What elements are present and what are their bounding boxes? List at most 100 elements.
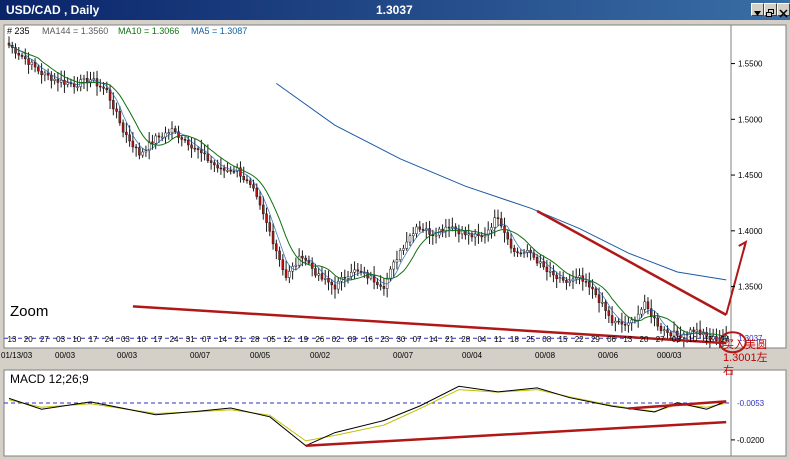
title-price: 1.3037	[376, 3, 413, 17]
candle-body	[219, 167, 223, 170]
candle-body	[242, 175, 245, 180]
candle-body	[379, 284, 382, 287]
date-tick-label: 30	[396, 335, 405, 344]
candle-body	[17, 52, 21, 56]
date-tick-label: 08	[542, 335, 551, 344]
candle-body	[248, 180, 252, 185]
candle-body	[320, 273, 324, 280]
candle-body	[588, 281, 591, 288]
candle-body	[490, 227, 493, 231]
date-tick-label: 22	[575, 335, 584, 344]
candle-body	[157, 135, 161, 138]
candle-body	[151, 141, 154, 144]
candle-body	[421, 228, 425, 231]
candle-body	[284, 269, 288, 278]
date-tick-label: 27	[40, 335, 49, 344]
ma5-label: MA5 = 1.3087	[191, 26, 247, 36]
candle-body	[568, 280, 571, 283]
candle-body	[24, 56, 27, 60]
date-tick-label: 07	[413, 335, 422, 344]
candle-body	[620, 321, 624, 325]
chart-window: USD/CAD , Daily 1.3037 # 235 MA144 = 1.3…	[0, 0, 790, 460]
candle-body	[350, 272, 353, 277]
candle-body	[297, 255, 301, 266]
date-tick-label: 14	[429, 335, 438, 344]
price-tick-label: 1.4500	[738, 171, 763, 180]
candle-body	[584, 281, 588, 283]
month-label: 00/07	[190, 351, 211, 360]
candle-body	[144, 150, 148, 153]
candle-body	[20, 54, 24, 57]
candle-body	[50, 74, 53, 81]
candle-body	[180, 137, 184, 140]
title-bar: USD/CAD , Daily 1.3037	[0, 0, 790, 20]
candle-body	[565, 280, 568, 283]
candle-body	[40, 70, 43, 76]
candle-body	[268, 222, 272, 232]
chart-area: # 235 MA144 = 1.3560 MA10 = 1.3066 MA5 =…	[1, 24, 787, 457]
candle-body	[493, 217, 496, 228]
candle-body	[245, 179, 249, 182]
down-arrow-icon	[754, 11, 761, 16]
candle-body	[118, 111, 122, 124]
candle-body	[614, 320, 617, 324]
restore-icon	[766, 9, 774, 17]
candle-body	[252, 184, 255, 189]
date-tick-label: 23	[380, 335, 389, 344]
candle-body	[539, 261, 542, 264]
candle-body	[496, 217, 500, 219]
candle-body	[434, 234, 438, 237]
date-tick-label: 18	[510, 335, 519, 344]
candle-body	[418, 226, 422, 230]
candle-body	[105, 88, 109, 91]
candle-body	[659, 325, 663, 331]
candle-body	[76, 86, 79, 88]
month-label: 00/08	[535, 351, 556, 360]
date-tick-label: 26	[315, 335, 324, 344]
candle-body	[154, 135, 157, 144]
window-menu-button[interactable]	[751, 3, 764, 16]
date-tick-label: 03	[56, 335, 65, 344]
candle-body	[59, 79, 63, 83]
date-tick-label: 10	[72, 335, 81, 344]
candle-body	[643, 301, 646, 310]
candle-body	[451, 226, 454, 229]
candle-body	[428, 228, 431, 235]
candle-body	[333, 284, 337, 290]
zoom-label[interactable]: Zoom	[10, 303, 48, 320]
month-label: 000/03	[657, 351, 682, 360]
candle-body	[258, 196, 262, 206]
date-tick-label: 07	[202, 335, 211, 344]
date-tick-label: 28	[461, 335, 470, 344]
annotation-line-2: 1.3001左	[723, 351, 768, 364]
candle-body	[125, 131, 128, 136]
date-tick-label: 21	[234, 335, 243, 344]
candle-body	[323, 278, 327, 280]
candle-body	[369, 275, 373, 279]
close-button[interactable]	[777, 3, 790, 18]
candle-body	[441, 228, 444, 232]
close-icon	[779, 9, 788, 18]
date-tick-label: 16	[364, 335, 373, 344]
candle-body	[121, 122, 125, 133]
candle-body	[196, 148, 200, 150]
window-title: USD/CAD , Daily	[6, 3, 100, 17]
candle-body	[561, 277, 565, 281]
candle-body	[72, 83, 76, 88]
candle-body	[405, 241, 408, 249]
macd-title: MACD 12;26;9	[10, 372, 89, 386]
candle-body	[288, 270, 291, 278]
candle-body	[535, 257, 539, 264]
date-tick-label: 05	[267, 335, 276, 344]
date-tick-label: 11	[494, 335, 503, 344]
date-tick-label: 06	[607, 335, 616, 344]
restore-button[interactable]	[764, 3, 777, 17]
candle-body	[506, 232, 510, 240]
candle-body	[278, 250, 281, 260]
candle-body	[27, 58, 30, 65]
candle-body	[203, 152, 206, 155]
candle-body	[346, 276, 350, 279]
candle-body	[353, 269, 356, 273]
candle-body	[190, 144, 193, 149]
month-label: 00/03	[117, 351, 138, 360]
